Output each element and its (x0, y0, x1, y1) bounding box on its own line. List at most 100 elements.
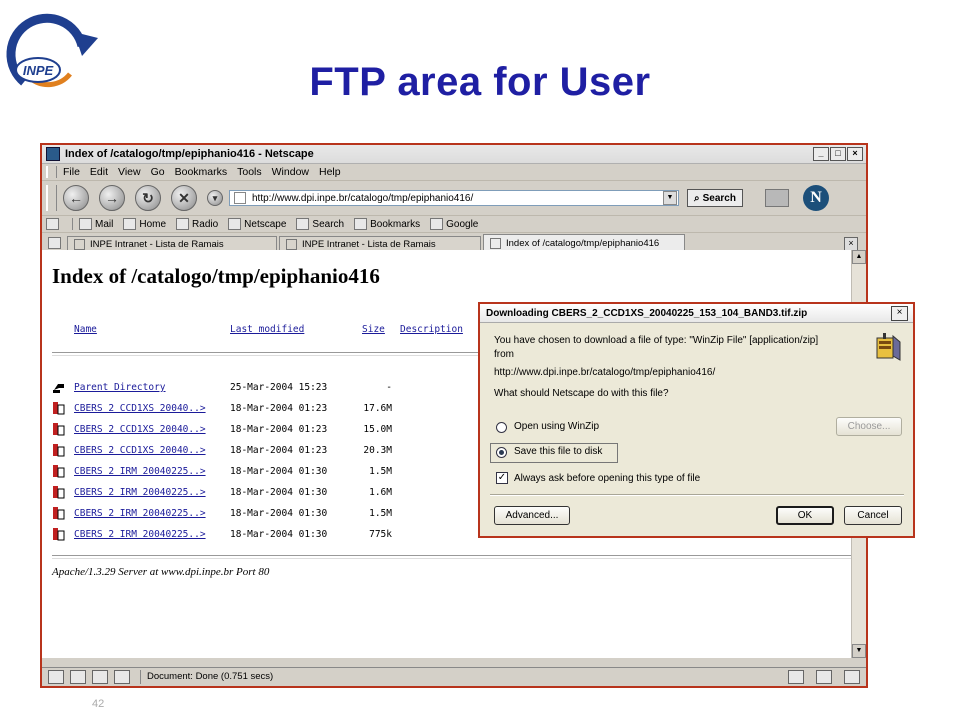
menu-tools[interactable]: Tools (237, 166, 262, 178)
url-bar[interactable]: http://www.dpi.inpe.br/catalogo/tmp/epip… (229, 190, 679, 206)
file-date: 18-Mar-2004 01:30 (230, 529, 328, 540)
personal-mail[interactable]: Mail (79, 218, 113, 230)
file-size: 1.6M (369, 487, 392, 498)
column-last-modified-link[interactable]: Last modified (230, 324, 304, 335)
file-icon (53, 423, 65, 436)
menu-edit[interactable]: Edit (90, 166, 108, 178)
tabs-icon (46, 218, 59, 230)
file-type-text: You have chosen to download a file of ty… (494, 335, 819, 346)
download-dialog: Downloading CBERS_2_CCD1XS_20040225_153_… (478, 302, 915, 538)
file-date: 18-Mar-2004 01:23 (230, 445, 328, 456)
menu-bar: File Edit View Go Bookmarks Tools Window… (42, 164, 866, 181)
from-label: from (494, 349, 514, 360)
forward-button[interactable]: → (99, 185, 125, 211)
menu-help[interactable]: Help (319, 166, 341, 178)
tab-menu-icon[interactable] (48, 237, 61, 249)
file-link[interactable]: CBERS 2 IRM 20040225..> (74, 508, 206, 519)
file-icon (53, 528, 65, 541)
personal-toolbar: Mail Home Radio Netscape Search Bookmark… (42, 216, 866, 233)
open-with-radio[interactable] (496, 422, 507, 433)
file-link[interactable]: CBERS 2 IRM 20040225..> (74, 466, 206, 477)
file-date: 18-Mar-2004 01:23 (230, 403, 328, 414)
toolbar-grip[interactable] (46, 166, 57, 178)
url-dropdown-icon[interactable]: ▼ (663, 191, 677, 205)
menu-window[interactable]: Window (272, 166, 309, 178)
file-link[interactable]: CBERS 2 CCD1XS 20040..> (74, 445, 206, 456)
personal-search[interactable]: Search (296, 218, 344, 230)
file-size: 20.3M (363, 445, 392, 456)
composer-icon[interactable] (70, 670, 86, 684)
magnifier-icon: ⌕ (694, 192, 700, 204)
tab-intranet-2[interactable]: INPE Intranet - Lista de Ramais (279, 236, 481, 251)
tab-label: Index of /catalogo/tmp/epiphanio416 (506, 237, 660, 249)
dialog-close-button[interactable]: × (891, 305, 908, 321)
maximize-button[interactable]: □ (830, 147, 846, 161)
url-text: http://www.dpi.inpe.br/catalogo/tmp/epip… (252, 192, 474, 204)
menu-go[interactable]: Go (151, 166, 165, 178)
file-link[interactable]: CBERS 2 CCD1XS 20040..> (74, 403, 206, 414)
file-date: 18-Mar-2004 01:23 (230, 424, 328, 435)
close-tab-icon[interactable]: × (844, 237, 858, 251)
personal-bookmarks[interactable]: Bookmarks (354, 218, 420, 230)
tab-index-active[interactable]: Index of /catalogo/tmp/epiphanio416 (483, 234, 685, 251)
address-book-icon[interactable] (92, 670, 108, 684)
column-name-link[interactable]: Name (74, 324, 97, 335)
menu-bookmarks[interactable]: Bookmarks (175, 166, 228, 178)
advanced-button[interactable]: Advanced... (494, 506, 570, 525)
cancel-button[interactable]: Cancel (844, 506, 902, 525)
toolbar-grip[interactable] (46, 185, 57, 211)
menu-file[interactable]: File (63, 166, 80, 178)
my-netscape-icon (228, 218, 242, 230)
bookmarks-label: Bookmarks (370, 218, 421, 230)
stop-button[interactable]: ✕ (171, 185, 197, 211)
close-window-button[interactable]: × (847, 147, 863, 161)
mail-icon (79, 218, 92, 230)
choose-button[interactable]: Choose... (836, 417, 902, 436)
file-link[interactable]: CBERS 2 CCD1XS 20040..> (74, 424, 206, 435)
tab-intranet-1[interactable]: INPE Intranet - Lista de Ramais (67, 236, 277, 251)
personal-home[interactable]: Home (123, 218, 166, 230)
personal-radio[interactable]: Radio (176, 218, 218, 230)
list-item: CBERS 2 CCD1XS 20040..> 18-Mar-2004 01:2… (52, 422, 472, 440)
question-text: What should Netscape do with this file? (494, 388, 669, 399)
search-button[interactable]: ⌕ Search (687, 189, 743, 207)
go-dropdown-icon[interactable]: ▾ (207, 190, 223, 206)
minimize-button[interactable]: _ (813, 147, 829, 161)
netscape-window-icon (46, 147, 60, 161)
list-item: CBERS 2 IRM 20040225..> 18-Mar-2004 01:3… (52, 485, 472, 503)
save-to-disk-label[interactable]: Save this file to disk (514, 446, 602, 457)
dialog-titlebar: Downloading CBERS_2_CCD1XS_20040225_153_… (480, 304, 913, 323)
scroll-up-icon[interactable]: ▲ (852, 250, 866, 264)
file-link[interactable]: Parent Directory (74, 382, 166, 393)
always-ask-label[interactable]: Always ask before opening this type of f… (514, 473, 700, 484)
column-description-link[interactable]: Description (400, 324, 463, 335)
list-item: CBERS 2 IRM 20040225..> 18-Mar-2004 01:3… (52, 464, 472, 482)
popup-blocked-icon[interactable] (844, 670, 860, 684)
file-size: 1.5M (369, 508, 392, 519)
open-with-label[interactable]: Open using WinZip (514, 421, 599, 432)
file-link[interactable]: CBERS 2 IRM 20040225..> (74, 529, 206, 540)
reload-button[interactable]: ↻ (135, 185, 161, 211)
back-button[interactable]: ← (63, 185, 89, 211)
file-size: 17.6M (363, 403, 392, 414)
window-title: Index of /catalogo/tmp/epiphanio416 - Ne… (65, 148, 314, 160)
file-icon (53, 486, 65, 499)
column-size-link[interactable]: Size (362, 324, 385, 335)
mail-status-icon[interactable] (48, 670, 64, 684)
menu-view[interactable]: View (118, 166, 141, 178)
scroll-down-icon[interactable]: ▼ (852, 644, 866, 658)
file-size: - (386, 382, 392, 393)
personal-google[interactable]: Google (430, 218, 478, 230)
home-icon (123, 218, 137, 230)
navigation-toolbar: ← → ↻ ✕ ▾ http://www.dpi.inpe.br/catalog… (42, 181, 866, 216)
save-to-disk-radio[interactable] (496, 447, 507, 458)
file-link[interactable]: CBERS 2 IRM 20040225..> (74, 487, 206, 498)
personal-netscape[interactable]: Netscape (228, 218, 286, 230)
home-label: Home (139, 218, 167, 230)
ok-button[interactable]: OK (776, 506, 834, 525)
netscape-logo-icon[interactable]: N (802, 185, 829, 211)
always-ask-checkbox[interactable]: ✓ (496, 472, 508, 484)
chat-icon[interactable] (114, 670, 130, 684)
print-icon[interactable] (764, 189, 789, 207)
tab-toggle-icon[interactable] (46, 218, 62, 230)
